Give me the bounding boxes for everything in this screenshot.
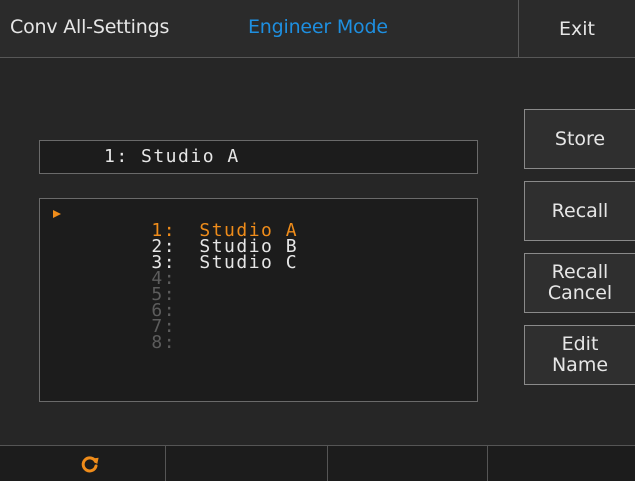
- top-bar: Conv All-Settings Engineer Mode Exit: [0, 0, 635, 58]
- edit-name-button[interactable]: Edit Name: [524, 325, 635, 385]
- preset-item-2[interactable]: 2: Studio B: [102, 223, 298, 256]
- refresh-icon: [81, 456, 99, 473]
- recall-button[interactable]: Recall: [524, 181, 635, 241]
- preset-item-3[interactable]: 3: Studio C: [102, 239, 298, 272]
- preset-number: 8:: [151, 332, 177, 353]
- softkey-refresh[interactable]: [0, 446, 165, 481]
- softkey-3[interactable]: [327, 446, 487, 481]
- softkey-4[interactable]: [487, 446, 635, 481]
- softkey-2[interactable]: [165, 446, 327, 481]
- preset-item-7[interactable]: 7:: [102, 303, 199, 336]
- exit-button[interactable]: Exit: [518, 0, 635, 57]
- page-title: Conv All-Settings: [10, 16, 170, 38]
- selected-preset-display: 1: Studio A: [39, 140, 478, 174]
- preset-name: Studio C: [199, 252, 299, 273]
- current-preset-arrow-icon: [53, 210, 61, 218]
- recall-cancel-button[interactable]: Recall Cancel: [524, 253, 635, 313]
- selected-preset-text: 1: Studio A: [104, 146, 240, 167]
- store-button[interactable]: Store: [524, 109, 635, 169]
- mode-indicator: Engineer Mode: [248, 16, 388, 38]
- preset-item-6[interactable]: 6:: [102, 287, 199, 320]
- preset-item-8[interactable]: 8:: [102, 319, 199, 352]
- preset-item-4[interactable]: 4:: [102, 255, 199, 288]
- preset-item-5[interactable]: 5:: [102, 271, 199, 304]
- preset-list[interactable]: 1: Studio A 2: Studio B 3: Studio C 4: 5: 6…: [39, 198, 478, 402]
- preset-item-1[interactable]: 1: Studio A: [102, 207, 298, 240]
- bottom-softkey-bar: [0, 445, 635, 481]
